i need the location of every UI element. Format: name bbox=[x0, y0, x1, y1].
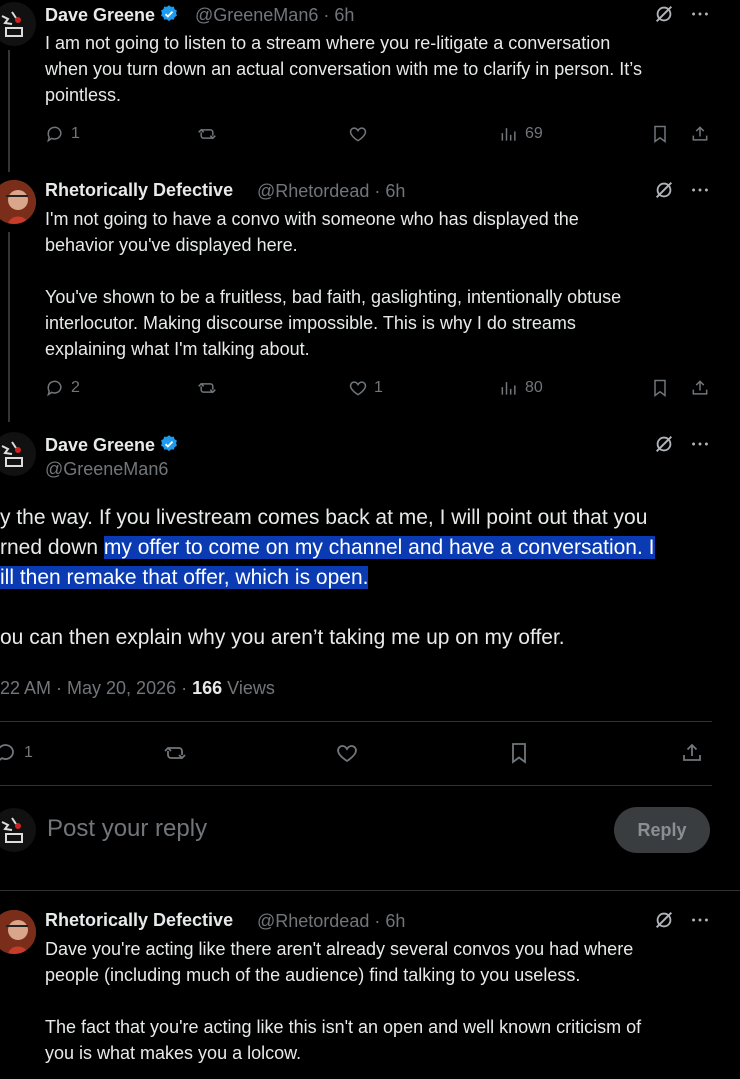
share-icon bbox=[690, 124, 710, 144]
tweet-metadata: 22 AM · May 20, 2026 · 166 Views bbox=[0, 678, 275, 698]
tweet-text: I am not going to listen to a stream whe… bbox=[45, 33, 642, 105]
like-button[interactable] bbox=[335, 741, 359, 765]
tweet-text: I'm not going to have a convo with someo… bbox=[45, 209, 622, 359]
reply-icon bbox=[45, 124, 65, 144]
grok-icon[interactable] bbox=[653, 909, 675, 936]
verified-badge-icon bbox=[159, 434, 179, 454]
reply-button[interactable]: 1 bbox=[0, 741, 33, 765]
more-options-icon[interactable] bbox=[689, 179, 711, 206]
author-handle[interactable]: @Rhetordead · 6h bbox=[257, 911, 405, 932]
bookmark-icon bbox=[650, 124, 670, 144]
share-button[interactable] bbox=[690, 378, 710, 398]
heart-icon bbox=[348, 124, 368, 144]
heart-icon bbox=[335, 741, 359, 765]
reply-button[interactable]: Reply bbox=[614, 807, 710, 853]
heart-icon bbox=[348, 378, 368, 398]
bookmark-button[interactable] bbox=[650, 124, 670, 144]
more-options-icon[interactable] bbox=[689, 3, 711, 30]
reply-icon bbox=[45, 378, 65, 398]
share-icon bbox=[680, 741, 704, 765]
verified-badge-icon bbox=[159, 4, 179, 24]
bookmark-button[interactable] bbox=[507, 741, 531, 765]
thread-line bbox=[8, 50, 10, 172]
bookmark-icon bbox=[507, 741, 531, 765]
share-button[interactable] bbox=[680, 741, 704, 765]
grok-icon[interactable] bbox=[653, 3, 675, 30]
share-button[interactable] bbox=[690, 124, 710, 144]
reply-button[interactable]: 2 bbox=[45, 378, 80, 398]
divider bbox=[0, 721, 712, 722]
more-options-icon[interactable] bbox=[689, 433, 711, 460]
selected-text: ill then remake that offer, which is ope… bbox=[0, 566, 369, 589]
retweet-icon bbox=[197, 378, 217, 398]
bookmark-button[interactable] bbox=[650, 378, 670, 398]
views-icon bbox=[499, 124, 519, 144]
bookmark-icon bbox=[650, 378, 670, 398]
avatar[interactable] bbox=[0, 180, 36, 224]
tweet-text: Dave you're acting like there aren't alr… bbox=[45, 939, 642, 1063]
reply-button[interactable]: 1 bbox=[45, 124, 80, 144]
views-icon bbox=[499, 378, 519, 398]
avatar bbox=[0, 808, 36, 852]
grok-icon[interactable] bbox=[653, 433, 675, 460]
thread-line bbox=[8, 232, 10, 422]
avatar[interactable] bbox=[0, 432, 36, 476]
share-icon bbox=[690, 378, 710, 398]
author-name[interactable]: Rhetorically Defective bbox=[45, 910, 233, 931]
reply-icon bbox=[0, 741, 18, 765]
like-button[interactable] bbox=[348, 124, 374, 144]
retweet-button[interactable] bbox=[197, 378, 217, 398]
grok-icon[interactable] bbox=[653, 179, 675, 206]
retweet-icon bbox=[163, 741, 187, 765]
views-button[interactable]: 69 bbox=[499, 124, 543, 144]
author-name[interactable]: Dave Greene bbox=[45, 4, 179, 26]
divider bbox=[0, 785, 712, 786]
reply-input[interactable]: Post your reply bbox=[47, 815, 207, 843]
selected-text: my offer to come on my channel and have … bbox=[103, 536, 655, 559]
like-button[interactable]: 1 bbox=[348, 378, 383, 398]
retweet-button[interactable] bbox=[197, 124, 217, 144]
author-handle[interactable]: @GreeneMan6 bbox=[45, 459, 168, 480]
author-name[interactable]: Rhetorically Defective bbox=[45, 180, 233, 201]
author-handle[interactable]: @Rhetordead · 6h bbox=[257, 181, 405, 202]
divider bbox=[0, 890, 740, 891]
author-name[interactable]: Dave Greene bbox=[45, 434, 179, 456]
author-handle[interactable]: @GreeneMan6 · 6h bbox=[195, 5, 354, 26]
views-button[interactable]: 80 bbox=[499, 378, 543, 398]
more-options-icon[interactable] bbox=[689, 909, 711, 936]
avatar[interactable] bbox=[0, 2, 36, 46]
avatar[interactable] bbox=[0, 910, 36, 954]
retweet-button[interactable] bbox=[163, 741, 187, 765]
retweet-icon bbox=[197, 124, 217, 144]
main-tweet-text: y the way. If you livestream comes back … bbox=[0, 506, 655, 649]
